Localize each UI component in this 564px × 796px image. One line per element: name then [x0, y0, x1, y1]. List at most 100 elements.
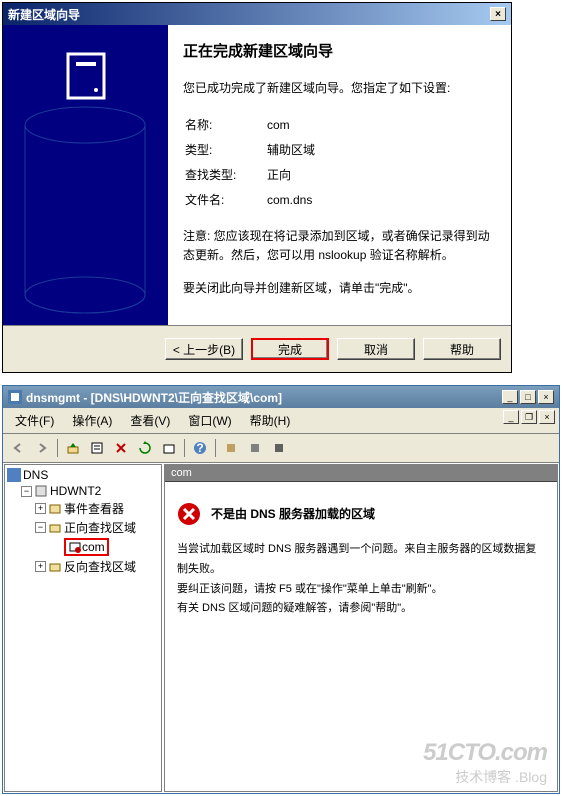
wizard-title: 新建区域向导 — [8, 6, 80, 23]
error-row: 不是由 DNS 服务器加载的区域 — [177, 502, 545, 526]
help-button[interactable]: 帮助 — [423, 338, 501, 360]
finish-button[interactable]: 完成 — [251, 338, 329, 360]
tree-label: 事件查看器 — [64, 500, 124, 517]
menu-action[interactable]: 操作(A) — [64, 410, 120, 431]
refresh-button[interactable] — [134, 437, 156, 459]
child-restore-button[interactable]: ❐ — [521, 410, 537, 424]
mmc-title: dnsmgmt - [DNS\HDWNT2\正向查找区域\com] — [8, 389, 282, 406]
expand-icon[interactable]: + — [35, 503, 46, 514]
table-row: 文件名: com.dns — [185, 188, 315, 211]
wizard-body: 正在完成新建区域向导 您已成功完成了新建区域向导。您指定了如下设置: 名称: c… — [3, 25, 511, 325]
wizard-buttons: < 上一步(B) 完成 取消 帮助 — [3, 325, 511, 372]
name-value: com — [267, 113, 315, 136]
name-label: 名称: — [185, 113, 265, 136]
tool-btn-3[interactable] — [268, 437, 290, 459]
tree-forward[interactable]: − 正向查找区域 — [7, 518, 159, 537]
wizard-intro: 您已成功完成了新建区域向导。您指定了如下设置: — [183, 79, 491, 97]
type-label: 类型: — [185, 138, 265, 161]
wizard-final: 要关闭此向导并创建新区域，请单击"完成"。 — [183, 279, 491, 296]
maximize-button[interactable]: □ — [520, 390, 536, 404]
event-icon — [48, 502, 62, 516]
selected-highlight: com — [64, 538, 109, 556]
mmc-titlebar[interactable]: dnsmgmt - [DNS\HDWNT2\正向查找区域\com] _ □ × — [3, 386, 559, 408]
menu-file[interactable]: 文件(F) — [7, 410, 62, 431]
detail-panel: com 不是由 DNS 服务器加载的区域 当尝试加载区域时 DNS 服务器遇到一… — [164, 464, 558, 792]
export-button[interactable] — [158, 437, 180, 459]
menu-view[interactable]: 查看(V) — [122, 410, 178, 431]
error-icon — [177, 502, 201, 526]
tree-com[interactable]: com — [7, 537, 159, 557]
cancel-button[interactable]: 取消 — [337, 338, 415, 360]
svg-text:?: ? — [196, 441, 203, 455]
wizard-dialog: 新建区域向导 × 正在完成新建区域向导 您已成功完成了新建区域向导。您指定了如下… — [2, 2, 512, 373]
back-button[interactable]: < 上一步(B) — [165, 338, 243, 360]
child-window-buttons: _ ❐ × — [503, 410, 555, 431]
child-minimize-button[interactable]: _ — [503, 410, 519, 424]
detail-header: com — [165, 465, 557, 482]
tool-btn-1[interactable] — [220, 437, 242, 459]
tree-panel[interactable]: DNS − HDWNT2 + 事件查看器 − 正向查找区域 — [4, 464, 162, 792]
menu-help[interactable]: 帮助(H) — [242, 410, 299, 431]
type-value: 辅助区域 — [267, 138, 315, 161]
toolbar-separator — [57, 439, 58, 457]
menu-window[interactable]: 窗口(W) — [180, 410, 239, 431]
table-row: 查找类型: 正向 — [185, 163, 315, 186]
file-label: 文件名: — [185, 188, 265, 211]
child-close-button[interactable]: × — [539, 410, 555, 424]
wizard-titlebar[interactable]: 新建区域向导 × — [3, 3, 511, 25]
window-buttons: _ □ × — [502, 390, 554, 404]
tree-eventviewer[interactable]: + 事件查看器 — [7, 499, 159, 518]
tree-label: 正向查找区域 — [64, 519, 136, 536]
error-title: 不是由 DNS 服务器加载的区域 — [211, 502, 375, 522]
toolbar-separator — [184, 439, 185, 457]
tree-label: DNS — [23, 468, 48, 482]
table-row: 类型: 辅助区域 — [185, 138, 315, 161]
properties-button[interactable] — [86, 437, 108, 459]
file-value: com.dns — [267, 188, 315, 211]
dns-app-icon — [8, 390, 22, 404]
cylinder-icon — [13, 105, 158, 315]
folder-icon — [48, 560, 62, 574]
tree-label: 反向查找区域 — [64, 558, 136, 575]
tree-root[interactable]: DNS — [7, 467, 159, 483]
delete-button[interactable] — [110, 437, 132, 459]
collapse-icon[interactable]: − — [21, 486, 32, 497]
server-icon — [62, 50, 110, 102]
collapse-icon[interactable]: − — [35, 522, 46, 533]
toolbar-separator — [215, 439, 216, 457]
wizard-content: 正在完成新建区域向导 您已成功完成了新建区域向导。您指定了如下设置: 名称: c… — [168, 25, 511, 325]
folder-icon — [48, 521, 62, 535]
zone-error-icon — [68, 540, 82, 554]
tree-server[interactable]: − HDWNT2 — [7, 483, 159, 499]
close-button[interactable]: × — [538, 390, 554, 404]
close-icon[interactable]: × — [490, 7, 506, 21]
lookup-label: 查找类型: — [185, 163, 265, 186]
lookup-value: 正向 — [267, 163, 315, 186]
mmc-window: dnsmgmt - [DNS\HDWNT2\正向查找区域\com] _ □ × … — [2, 385, 560, 794]
minimize-button[interactable]: _ — [502, 390, 518, 404]
detail-body: 不是由 DNS 服务器加载的区域 当尝试加载区域时 DNS 服务器遇到一个问题。… — [165, 482, 557, 639]
mmc-content: DNS − HDWNT2 + 事件查看器 − 正向查找区域 — [3, 463, 559, 793]
mmc-toolbar: ? — [3, 434, 559, 463]
mmc-content-wrap: DNS − HDWNT2 + 事件查看器 − 正向查找区域 — [3, 463, 559, 793]
up-button[interactable] — [62, 437, 84, 459]
tree-reverse[interactable]: + 反向查找区域 — [7, 557, 159, 576]
dns-icon — [7, 468, 21, 482]
back-nav-button[interactable] — [7, 437, 29, 459]
error-line1: 当尝试加载区域时 DNS 服务器遇到一个问题。来自主服务器的区域数据复制失败。 — [177, 540, 545, 580]
server-tree-icon — [34, 484, 48, 498]
wizard-settings-table: 名称: com 类型: 辅助区域 查找类型: 正向 文件名: com.dns — [183, 111, 317, 213]
tool-btn-2[interactable] — [244, 437, 266, 459]
tree-label: HDWNT2 — [50, 484, 101, 498]
error-line2: 要纠正该问题，请按 F5 或在"操作"菜单上单击"刷新"。 — [177, 580, 545, 600]
error-line3: 有关 DNS 区域问题的疑难解答，请参阅"帮助"。 — [177, 599, 545, 619]
expand-icon[interactable]: + — [35, 561, 46, 572]
wizard-note: 注意: 您应该现在将记录添加到区域，或者确保记录得到动态更新。然后，您可以用 n… — [183, 227, 491, 265]
tree-label: com — [82, 540, 105, 554]
table-row: 名称: com — [185, 113, 315, 136]
wizard-sidebar — [3, 25, 168, 325]
mmc-menubar: 文件(F) 操作(A) 查看(V) 窗口(W) 帮助(H) _ ❐ × — [3, 408, 559, 434]
forward-nav-button[interactable] — [31, 437, 53, 459]
wizard-heading: 正在完成新建区域向导 — [183, 40, 491, 61]
help-toolbar-button[interactable]: ? — [189, 437, 211, 459]
